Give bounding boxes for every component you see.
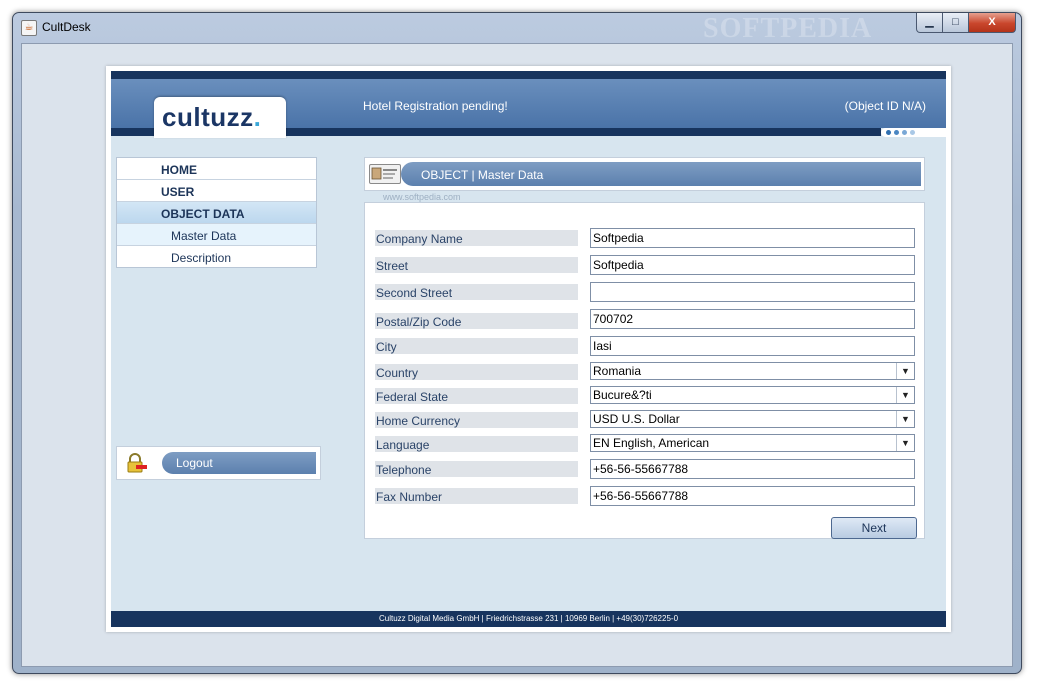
window-controls: ▁ □ X <box>916 13 1016 33</box>
federal-state-value: Bucure&?ti <box>593 388 652 402</box>
federal-state-label: Federal State <box>375 388 578 404</box>
sidebar-item-description[interactable]: Description <box>117 246 316 268</box>
street-input[interactable]: Softpedia <box>590 255 915 275</box>
language-value: EN English, American <box>593 436 710 450</box>
home-currency-label: Home Currency <box>375 412 578 428</box>
form-row-language: Language EN English, American ▼ <box>375 434 915 454</box>
form-row-postal-code: Postal/Zip Code 700702 <box>375 309 915 329</box>
fax-number-input[interactable]: +56-56-55667788 <box>590 486 915 506</box>
city-input[interactable]: Iasi <box>590 336 915 356</box>
section-header: OBJECT | Master Data <box>364 157 925 191</box>
city-label: City <box>375 338 578 354</box>
progress-dot <box>910 130 915 135</box>
app-window: ☕ CultDesk SOFTPEDIA ▁ □ X Hotel Registr… <box>12 12 1022 674</box>
postal-code-label: Postal/Zip Code <box>375 313 578 329</box>
form-row-city: City Iasi <box>375 336 915 356</box>
progress-dots <box>881 128 946 137</box>
title-bar[interactable]: ☕ CultDesk SOFTPEDIA ▁ □ X <box>13 13 1021 44</box>
federal-state-select[interactable]: Bucure&?ti ▼ <box>590 386 915 404</box>
logo-dot: . <box>253 102 262 132</box>
language-label: Language <box>375 436 578 452</box>
sidebar-menu: HOME USER OBJECT DATA Master Data Descri… <box>116 157 317 268</box>
language-select[interactable]: EN English, American ▼ <box>590 434 915 452</box>
logout-label: Logout <box>176 456 213 470</box>
sidebar-item-label: USER <box>161 185 195 199</box>
sidebar-item-object-data[interactable]: OBJECT DATA <box>117 202 316 224</box>
country-value: Romania <box>593 364 642 378</box>
chevron-down-icon[interactable]: ▼ <box>896 411 914 427</box>
second-street-label: Second Street <box>375 284 578 300</box>
minimize-button[interactable]: ▁ <box>916 13 943 33</box>
home-currency-value: USD U.S. Dollar <box>593 412 680 426</box>
country-select[interactable]: Romania ▼ <box>590 362 915 380</box>
object-id-label: (Object ID N/A) <box>844 99 926 113</box>
sidebar-item-label: Master Data <box>171 229 237 243</box>
telephone-input[interactable]: +56-56-55667788 <box>590 459 915 479</box>
form-row-telephone: Telephone +56-56-55667788 <box>375 459 915 479</box>
chevron-down-icon[interactable]: ▼ <box>896 387 914 403</box>
form-row-second-street: Second Street <box>375 282 915 302</box>
company-name-input[interactable]: Softpedia <box>590 228 915 248</box>
registration-notice: Hotel Registration pending! <box>363 99 508 113</box>
company-name-label: Company Name <box>375 230 578 246</box>
section-title-bar: OBJECT | Master Data <box>401 162 921 186</box>
sidebar-item-label: Description <box>171 251 232 265</box>
client-area: Hotel Registration pending! (Object ID N… <box>21 43 1013 667</box>
logout-button[interactable]: Logout <box>162 452 316 474</box>
chevron-down-icon[interactable]: ▼ <box>896 363 914 379</box>
footer-bar: Cultuzz Digital Media GmbH | Friedrichst… <box>111 611 946 627</box>
close-button[interactable]: X <box>969 13 1016 33</box>
sidebar-item-label: HOME <box>161 163 197 177</box>
java-app-icon: ☕ <box>21 20 37 36</box>
progress-dot <box>886 130 891 135</box>
progress-dot <box>894 130 899 135</box>
lock-icon <box>126 453 148 473</box>
window-title: CultDesk <box>42 20 91 34</box>
telephone-label: Telephone <box>375 461 578 477</box>
app-canvas: Hotel Registration pending! (Object ID N… <box>106 66 951 632</box>
progress-dot <box>902 130 907 135</box>
form-row-company-name: Company Name Softpedia <box>375 228 915 248</box>
softpedia-watermark: SOFTPEDIA <box>703 13 873 44</box>
form-row-fax-number: Fax Number +56-56-55667788 <box>375 486 915 506</box>
form-row-home-currency: Home Currency USD U.S. Dollar ▼ <box>375 410 915 430</box>
softpedia-url-watermark: www.softpedia.com <box>383 192 461 202</box>
id-card-icon <box>369 164 401 184</box>
app-inner: Hotel Registration pending! (Object ID N… <box>111 71 946 627</box>
form-row-country: Country Romania ▼ <box>375 362 915 382</box>
cultuzz-logo: cultuzz. <box>154 97 286 138</box>
header-top-strip <box>111 71 946 79</box>
form-row-street: Street Softpedia <box>375 255 915 275</box>
master-data-form: Company Name Softpedia Street Softpedia … <box>364 202 925 539</box>
next-button[interactable]: Next <box>831 517 917 539</box>
logo-text: cultuzz <box>162 102 254 132</box>
postal-code-input[interactable]: 700702 <box>590 309 915 329</box>
street-label: Street <box>375 257 578 273</box>
home-currency-select[interactable]: USD U.S. Dollar ▼ <box>590 410 915 428</box>
chevron-down-icon[interactable]: ▼ <box>896 435 914 451</box>
sidebar-item-master-data[interactable]: Master Data <box>117 224 316 246</box>
maximize-button[interactable]: □ <box>943 13 969 33</box>
country-label: Country <box>375 364 578 380</box>
form-row-federal-state: Federal State Bucure&?ti ▼ <box>375 386 915 406</box>
second-street-input[interactable] <box>590 282 915 302</box>
sidebar-item-label: OBJECT DATA <box>161 207 245 221</box>
section-title: OBJECT | Master Data <box>421 168 544 182</box>
sidebar-item-user[interactable]: USER <box>117 180 316 202</box>
sidebar-item-home[interactable]: HOME <box>117 158 316 180</box>
fax-number-label: Fax Number <box>375 488 578 504</box>
logout-panel[interactable]: Logout <box>116 446 321 480</box>
